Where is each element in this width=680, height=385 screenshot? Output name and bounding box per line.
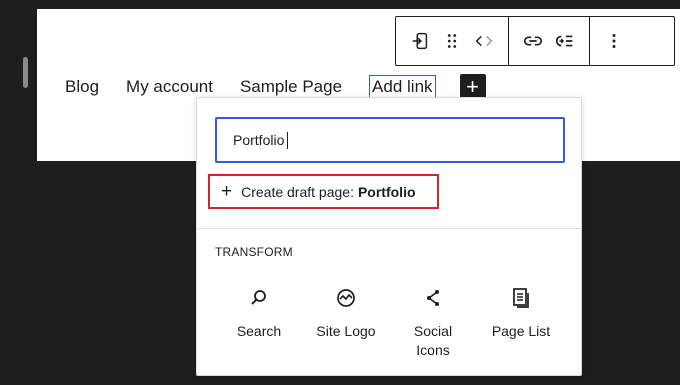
add-submenu-button[interactable]: [553, 29, 577, 53]
plus-icon: +: [466, 74, 479, 99]
move-left-right-button[interactable]: [472, 29, 496, 53]
transform-site-logo-label: Site Logo: [316, 323, 376, 339]
link-search-value: Portfolio: [233, 132, 285, 148]
create-draft-page-name: Portfolio: [357, 183, 416, 200]
plus-icon: +: [221, 181, 233, 202]
scroll-handle[interactable]: [23, 57, 28, 88]
transform-block-button[interactable]: [408, 29, 432, 53]
more-options-button[interactable]: [602, 29, 626, 53]
transform-search-button[interactable]: Search: [219, 286, 299, 341]
transform-search-label: Search: [236, 323, 282, 339]
toolbar-group-options: [589, 17, 638, 65]
search-icon: [247, 286, 271, 310]
link-icon: [523, 36, 543, 46]
link-search-input[interactable]: Portfolio: [215, 117, 565, 163]
create-draft-page-button[interactable]: + Create draft page: Portfolio: [208, 174, 439, 209]
indent-submenu-icon: [555, 35, 573, 47]
divider: [197, 228, 581, 229]
transform-page-list-button[interactable]: Page List: [481, 286, 561, 341]
link-control-popover: Portfolio + Create draft page: Portfolio…: [196, 97, 582, 376]
block-toolbar: [395, 16, 675, 66]
move-arrows-icon: [475, 35, 493, 47]
transform-social-icons-button[interactable]: Social Icons: [393, 286, 473, 360]
link-button[interactable]: [521, 29, 545, 53]
page-list-icon: [509, 286, 533, 310]
site-logo-icon: [334, 286, 358, 310]
drag-handle-icon: [447, 34, 457, 48]
transform-site-logo-button[interactable]: Site Logo: [306, 286, 386, 341]
transform-block-icon: [412, 32, 428, 50]
transform-page-list-label: Page List: [491, 323, 551, 339]
drag-handle-button[interactable]: [440, 29, 464, 53]
more-options-icon: [612, 34, 616, 48]
create-draft-label: Create draft page:: [241, 183, 354, 200]
nav-item-sample-page[interactable]: Sample Page: [240, 77, 342, 97]
share-icon: [421, 286, 445, 310]
transform-heading: TRANSFORM: [215, 245, 293, 259]
toolbar-group-move: [396, 17, 508, 65]
nav-item-blog[interactable]: Blog: [65, 77, 99, 97]
text-caret: [287, 131, 289, 149]
nav-item-add-link[interactable]: Add link: [369, 74, 436, 100]
transform-social-icons-label: Social Icons: [413, 323, 453, 358]
toolbar-group-link: [508, 17, 589, 65]
nav-item-my-account[interactable]: My account: [126, 77, 213, 97]
